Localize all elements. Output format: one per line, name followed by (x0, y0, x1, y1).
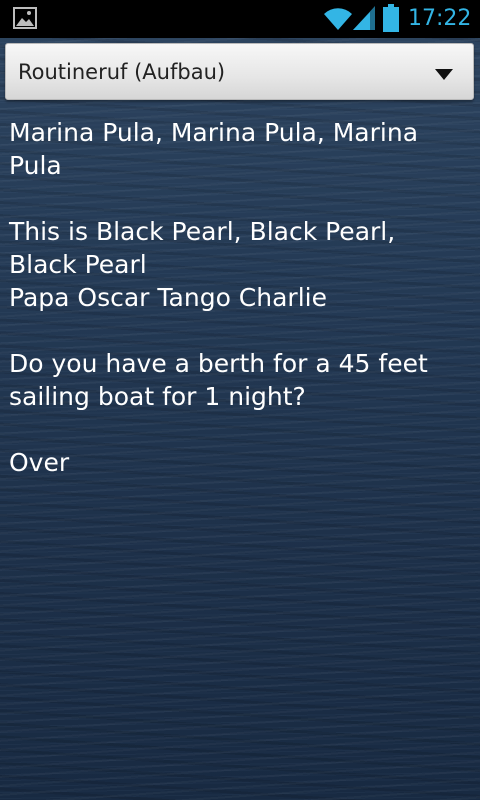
battery-icon (383, 4, 399, 32)
message-call: Marina Pula, Marina Pula, Marina Pula (9, 118, 419, 180)
message-request: Do you have a berth for a 45 feet sailin… (9, 349, 428, 411)
spinner-selected-value: Routineruf (Aufbau) (18, 60, 226, 84)
status-clock: 17:22 (408, 6, 472, 31)
dropdown-arrow-icon (435, 66, 453, 80)
message-identification-block: This is Black Pearl, Black Pearl, Black … (9, 215, 469, 314)
wifi-icon (323, 7, 353, 31)
radio-message: Marina Pula, Marina Pula, Marina Pula Th… (9, 116, 469, 512)
spinner-select[interactable]: Routineruf (Aufbau) (5, 43, 474, 100)
message-closing: Over (9, 448, 70, 477)
message-callsign: Papa Oscar Tango Charlie (9, 283, 327, 312)
message-identification: This is Black Pearl, Black Pearl, Black … (9, 217, 396, 279)
gallery-picture-icon[interactable] (13, 7, 37, 29)
status-bar: 17:22 (0, 0, 480, 38)
cell-signal-icon (353, 6, 375, 30)
